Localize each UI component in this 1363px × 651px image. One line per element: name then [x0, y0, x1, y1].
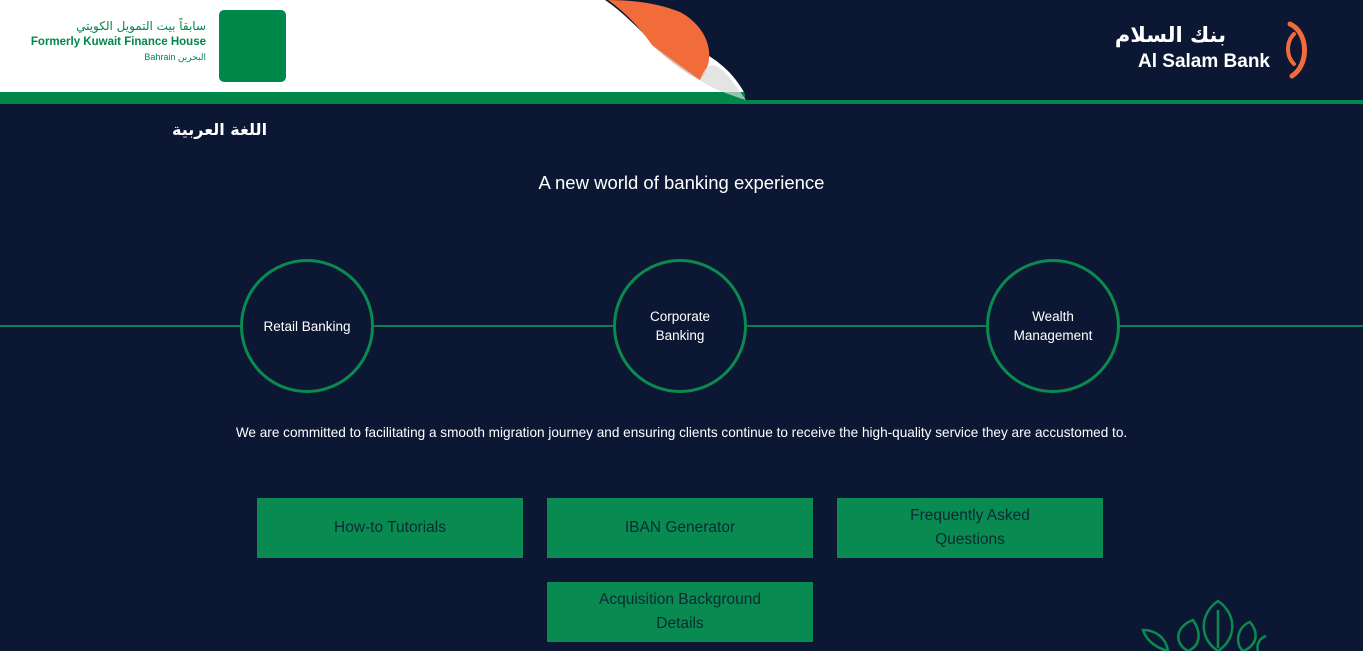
alsalam-bank-logo[interactable]: بنك السلام Al Salam Bank	[1114, 20, 1318, 82]
kfh-logo-icon	[219, 10, 286, 82]
page: سابقاً بيت التمويل الكويتي Formerly Kuwa…	[0, 0, 1363, 651]
brand-arabic-name: بنك السلام	[1114, 23, 1226, 47]
brand-english-name: Al Salam Bank	[1138, 51, 1270, 72]
acquisition-background-label: Acquisition Background Details	[599, 591, 761, 632]
tagline: A new world of banking experience	[538, 172, 825, 193]
alsalam-logo-icon	[1286, 21, 1307, 79]
arabic-language-link[interactable]: اللغة العربية	[172, 118, 267, 142]
kfh-bahrain-text: Bahrain البحرين	[144, 52, 206, 62]
retail-banking-label: Retail Banking	[263, 318, 351, 334]
wealth-management-circle[interactable]: Wealth Management	[986, 259, 1120, 393]
header-green-line	[740, 100, 1363, 104]
kfh-former-name: سابقاً بيت التمويل الكويتي Formerly Kuwa…	[20, 18, 206, 64]
wealth-management-label: Wealth Management	[1013, 309, 1093, 343]
retail-banking-circle[interactable]: Retail Banking	[240, 259, 374, 393]
site-header: سابقاً بيت التمويل الكويتي Formerly Kuwa…	[0, 0, 1363, 106]
kfh-formerly-text: Formerly Kuwait Finance House	[30, 36, 206, 48]
faq-button[interactable]: Frequently Asked Questions	[837, 498, 1103, 558]
iban-generator-button[interactable]: IBAN Generator	[547, 498, 813, 558]
corporate-banking-circle[interactable]: Corporate Banking	[613, 259, 747, 393]
plant-leaves-icon	[1141, 599, 1267, 651]
acquisition-background-button[interactable]: Acquisition Background Details	[547, 582, 813, 642]
kfh-arabic-name: سابقاً بيت التمويل الكويتي	[76, 19, 206, 33]
page-curl-icon	[605, 0, 755, 100]
corporate-banking-label: Corporate Banking	[649, 309, 711, 343]
how-to-tutorials-button[interactable]: How-to Tutorials	[257, 498, 523, 558]
commitment-statement: We are committed to facilitating a smoot…	[235, 425, 1128, 440]
faq-label: Frequently Asked Questions	[910, 507, 1030, 548]
iban-generator-label: IBAN Generator	[624, 519, 736, 536]
how-to-tutorials-label: How-to Tutorials	[334, 519, 446, 536]
